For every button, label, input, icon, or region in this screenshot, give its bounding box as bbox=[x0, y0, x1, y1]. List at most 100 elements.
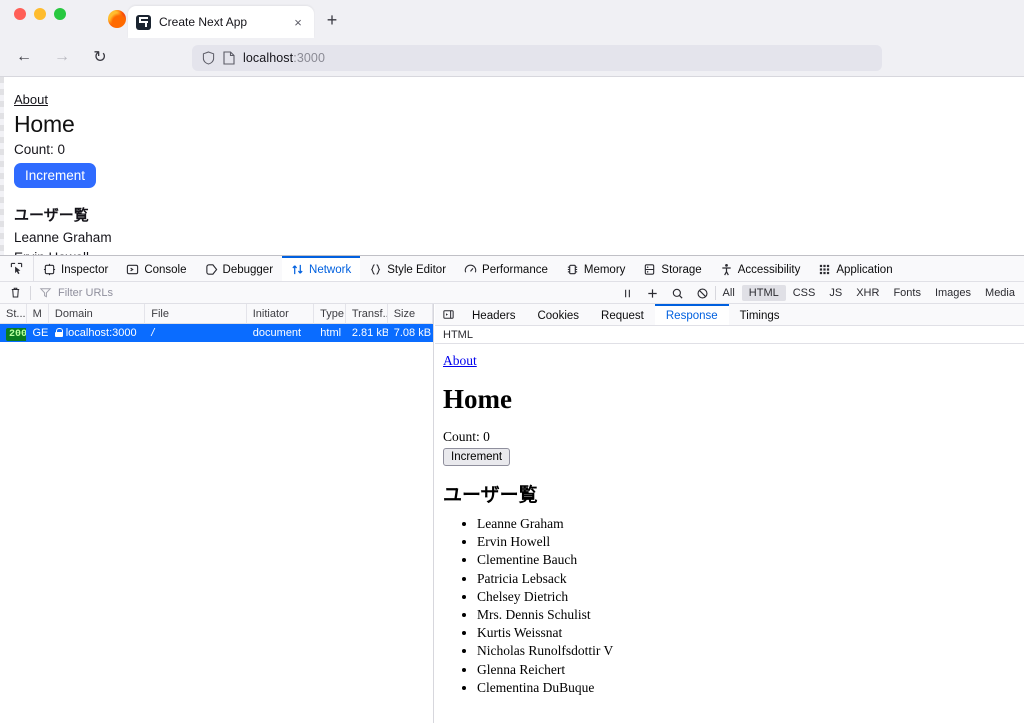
column-header-domain[interactable]: Domain bbox=[49, 303, 146, 324]
list-item: Leanne Graham bbox=[477, 515, 1024, 533]
tab-headers[interactable]: Headers bbox=[461, 304, 526, 325]
maximize-window-button[interactable] bbox=[54, 8, 66, 20]
new-tab-button[interactable]: + bbox=[322, 10, 342, 31]
list-item: Ervin Howell bbox=[477, 533, 1024, 551]
filter-type-all[interactable]: All bbox=[716, 285, 742, 301]
pause-icon[interactable] bbox=[615, 282, 640, 304]
list-item: Clementine Bauch bbox=[477, 551, 1024, 569]
tab-label: Console bbox=[144, 263, 187, 276]
tab-accessibility[interactable]: Accessibility bbox=[711, 256, 810, 281]
cell-size: 7.08 kB bbox=[393, 327, 432, 339]
filter-urls-input[interactable]: Filter URLs bbox=[31, 286, 113, 299]
minimize-window-button[interactable] bbox=[34, 8, 46, 20]
tab-label: Application bbox=[836, 263, 893, 276]
column-header-size[interactable]: Size bbox=[388, 303, 433, 324]
list-item: Glenna Reichert bbox=[477, 661, 1024, 679]
back-button[interactable]: ← bbox=[14, 47, 34, 67]
column-header-method[interactable]: M bbox=[27, 303, 49, 324]
block-icon[interactable] bbox=[690, 282, 715, 304]
filter-type-html[interactable]: HTML bbox=[741, 285, 786, 301]
viewport-left-edge bbox=[0, 77, 4, 259]
panel-toggle-icon[interactable] bbox=[435, 304, 461, 325]
network-table-header: St... M Domain File Initiator Type Trans… bbox=[0, 303, 433, 324]
address-bar[interactable]: localhost:3000 bbox=[192, 45, 882, 71]
tab-inspector[interactable]: Inspector bbox=[34, 256, 117, 281]
tab-request[interactable]: Request bbox=[590, 304, 655, 325]
close-window-button[interactable] bbox=[14, 8, 26, 20]
domain-text: localhost:3000 bbox=[65, 327, 137, 339]
clear-requests-button[interactable] bbox=[0, 286, 30, 299]
column-header-transferred[interactable]: Transf... bbox=[346, 303, 388, 324]
tab-label: Storage bbox=[661, 263, 702, 276]
browser-chrome: Create Next App × + ← → ↻ localhost:3000 bbox=[0, 0, 1024, 77]
filter-type-images[interactable]: Images bbox=[928, 285, 978, 301]
network-icon bbox=[292, 264, 303, 275]
column-header-initiator[interactable]: Initiator bbox=[247, 303, 315, 324]
forward-button[interactable]: → bbox=[52, 47, 72, 67]
column-header-type[interactable]: Type bbox=[314, 303, 346, 324]
cell-domain: localhost:3000 bbox=[49, 324, 145, 342]
tab-performance[interactable]: Performance bbox=[455, 256, 557, 281]
filter-type-xhr[interactable]: XHR bbox=[849, 285, 886, 301]
performance-icon bbox=[464, 264, 477, 273]
filter-type-fonts[interactable]: Fonts bbox=[886, 285, 928, 301]
search-icon[interactable] bbox=[665, 282, 690, 304]
tab-network[interactable]: Network bbox=[282, 256, 361, 281]
tab-storage[interactable]: Storage bbox=[634, 256, 710, 281]
plus-icon[interactable] bbox=[640, 282, 665, 304]
status-badge: 200 bbox=[6, 328, 27, 341]
page-title: Home bbox=[14, 111, 75, 137]
url-host: localhost bbox=[243, 51, 294, 65]
network-filter-bar: Filter URLs All HTML CSS JS XHR Fonts Im… bbox=[0, 282, 1024, 304]
tab-memory[interactable]: Memory bbox=[557, 256, 635, 281]
application-icon bbox=[820, 264, 830, 275]
column-header-file[interactable]: File bbox=[145, 303, 247, 324]
cell-transferred: 2.81 kB bbox=[351, 327, 388, 339]
tab-console[interactable]: Console bbox=[117, 256, 195, 281]
tab-style-editor[interactable]: Style Editor bbox=[360, 256, 455, 281]
filter-type-css[interactable]: CSS bbox=[786, 285, 823, 301]
filter-icon bbox=[39, 288, 52, 298]
style-editor-icon bbox=[371, 264, 381, 275]
tab-label: Debugger bbox=[222, 263, 274, 276]
tab-application[interactable]: Application bbox=[809, 256, 901, 281]
page-viewport: About Home Count: 0 Increment ユーザー覧 Lean… bbox=[0, 77, 1024, 265]
nextjs-favicon-icon bbox=[136, 14, 151, 30]
preview-title: Home bbox=[443, 384, 512, 414]
preview-increment-button[interactable]: Increment bbox=[443, 448, 511, 466]
browser-window: Create Next App × + ← → ↻ localhost:3000… bbox=[0, 0, 1024, 723]
filter-bar-right: All HTML CSS JS XHR Fonts Images Media bbox=[615, 282, 1024, 304]
browser-tab[interactable]: Create Next App × bbox=[128, 6, 314, 38]
tab-timings[interactable]: Timings bbox=[729, 304, 791, 325]
firefox-logo-icon bbox=[108, 10, 126, 28]
tab-cookies[interactable]: Cookies bbox=[526, 304, 590, 325]
list-item: Kurtis Weissnat bbox=[477, 624, 1024, 642]
cell-method: GE bbox=[32, 327, 49, 339]
count-text: Count: 0 bbox=[14, 142, 66, 157]
about-link[interactable]: About bbox=[14, 92, 48, 107]
element-picker-icon[interactable] bbox=[0, 256, 34, 281]
column-header-status[interactable]: St... bbox=[0, 303, 27, 324]
devtools-toolbar: Inspector Console Debugger Network Style… bbox=[0, 256, 1024, 282]
preview-users-heading: ユーザー覧 bbox=[443, 485, 538, 506]
increment-button[interactable]: Increment bbox=[14, 163, 97, 188]
close-tab-icon[interactable]: × bbox=[290, 15, 306, 30]
debugger-icon bbox=[205, 264, 217, 275]
cell-status: 200 bbox=[0, 324, 27, 342]
table-row[interactable]: 200 GE localhost:3000 / document html 2.… bbox=[0, 324, 433, 342]
tab-response[interactable]: Response bbox=[654, 304, 729, 325]
shield-icon bbox=[202, 51, 215, 65]
reload-button[interactable]: ↻ bbox=[90, 47, 110, 67]
cell-file: / bbox=[151, 327, 155, 339]
filter-type-js[interactable]: JS bbox=[822, 285, 849, 301]
filter-type-media[interactable]: Media bbox=[978, 285, 1022, 301]
accessibility-icon bbox=[722, 264, 731, 276]
preview-about-link[interactable]: About bbox=[443, 353, 477, 368]
tab-label: Performance bbox=[482, 263, 548, 276]
users-heading: ユーザー覧 bbox=[14, 207, 89, 224]
storage-icon bbox=[645, 264, 655, 275]
request-details-panel: Headers Cookies Request Response Timings… bbox=[435, 304, 1024, 723]
tab-debugger[interactable]: Debugger bbox=[196, 256, 283, 281]
list-item: Nicholas Runolfsdottir V bbox=[477, 642, 1024, 660]
tab-label: Style Editor bbox=[387, 263, 447, 276]
